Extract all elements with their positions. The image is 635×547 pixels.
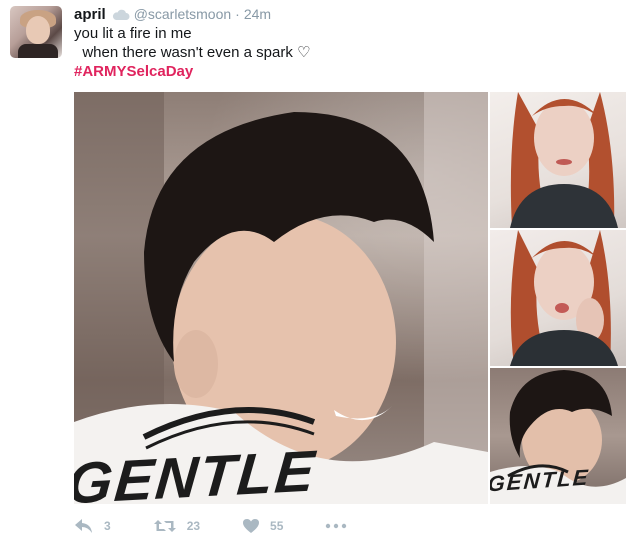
photo-side-3[interactable]: GENTLE bbox=[490, 368, 626, 504]
author-handle[interactable]: @scarletsmoon bbox=[134, 6, 231, 22]
retweet-button[interactable]: 23 bbox=[153, 518, 200, 534]
hashtag-link[interactable]: #ARMYSelcaDay bbox=[74, 62, 193, 81]
photo-main[interactable]: GENTLE bbox=[74, 92, 488, 504]
photo-side-2-illustration bbox=[510, 230, 618, 366]
tweet-text-line-2: when there wasn't even a spark ♡ bbox=[74, 44, 311, 61]
more-dots-icon bbox=[326, 523, 347, 529]
photo-grid: GENTLE GENTLE bbox=[74, 92, 626, 504]
tweet-actions: 3 23 55 bbox=[74, 514, 399, 538]
reply-icon bbox=[75, 519, 92, 533]
photo-side-1[interactable] bbox=[490, 92, 626, 228]
avatar-collar bbox=[18, 44, 58, 58]
author-name[interactable]: april bbox=[74, 6, 106, 23]
like-button[interactable]: 55 bbox=[242, 518, 283, 534]
cloud-icon bbox=[112, 8, 130, 20]
avatar[interactable] bbox=[10, 6, 62, 58]
jacket-print-main: GENTLE bbox=[74, 438, 319, 504]
photo-side-2[interactable] bbox=[490, 230, 626, 366]
retweet-count: 23 bbox=[186, 519, 201, 533]
photo-side-1-illustration bbox=[510, 92, 618, 228]
avatar-face bbox=[26, 16, 50, 44]
tweet-timestamp[interactable]: 24m bbox=[244, 6, 271, 22]
heart-icon bbox=[243, 519, 260, 533]
like-count: 55 bbox=[270, 519, 284, 533]
tweet-card: april @scarletsmoon · 24m you lit a fire… bbox=[0, 0, 635, 547]
tweet-text-line-1: you lit a fire in me bbox=[74, 25, 192, 42]
reply-button[interactable]: 3 bbox=[74, 518, 111, 534]
more-button[interactable] bbox=[325, 522, 357, 530]
reply-count: 3 bbox=[104, 519, 111, 533]
tweet-text: you lit a fire in me when there wasn't e… bbox=[74, 24, 310, 62]
retweet-icon bbox=[153, 520, 176, 532]
header-separator: · bbox=[235, 6, 240, 22]
tweet-header: april @scarletsmoon · 24m bbox=[74, 4, 271, 24]
